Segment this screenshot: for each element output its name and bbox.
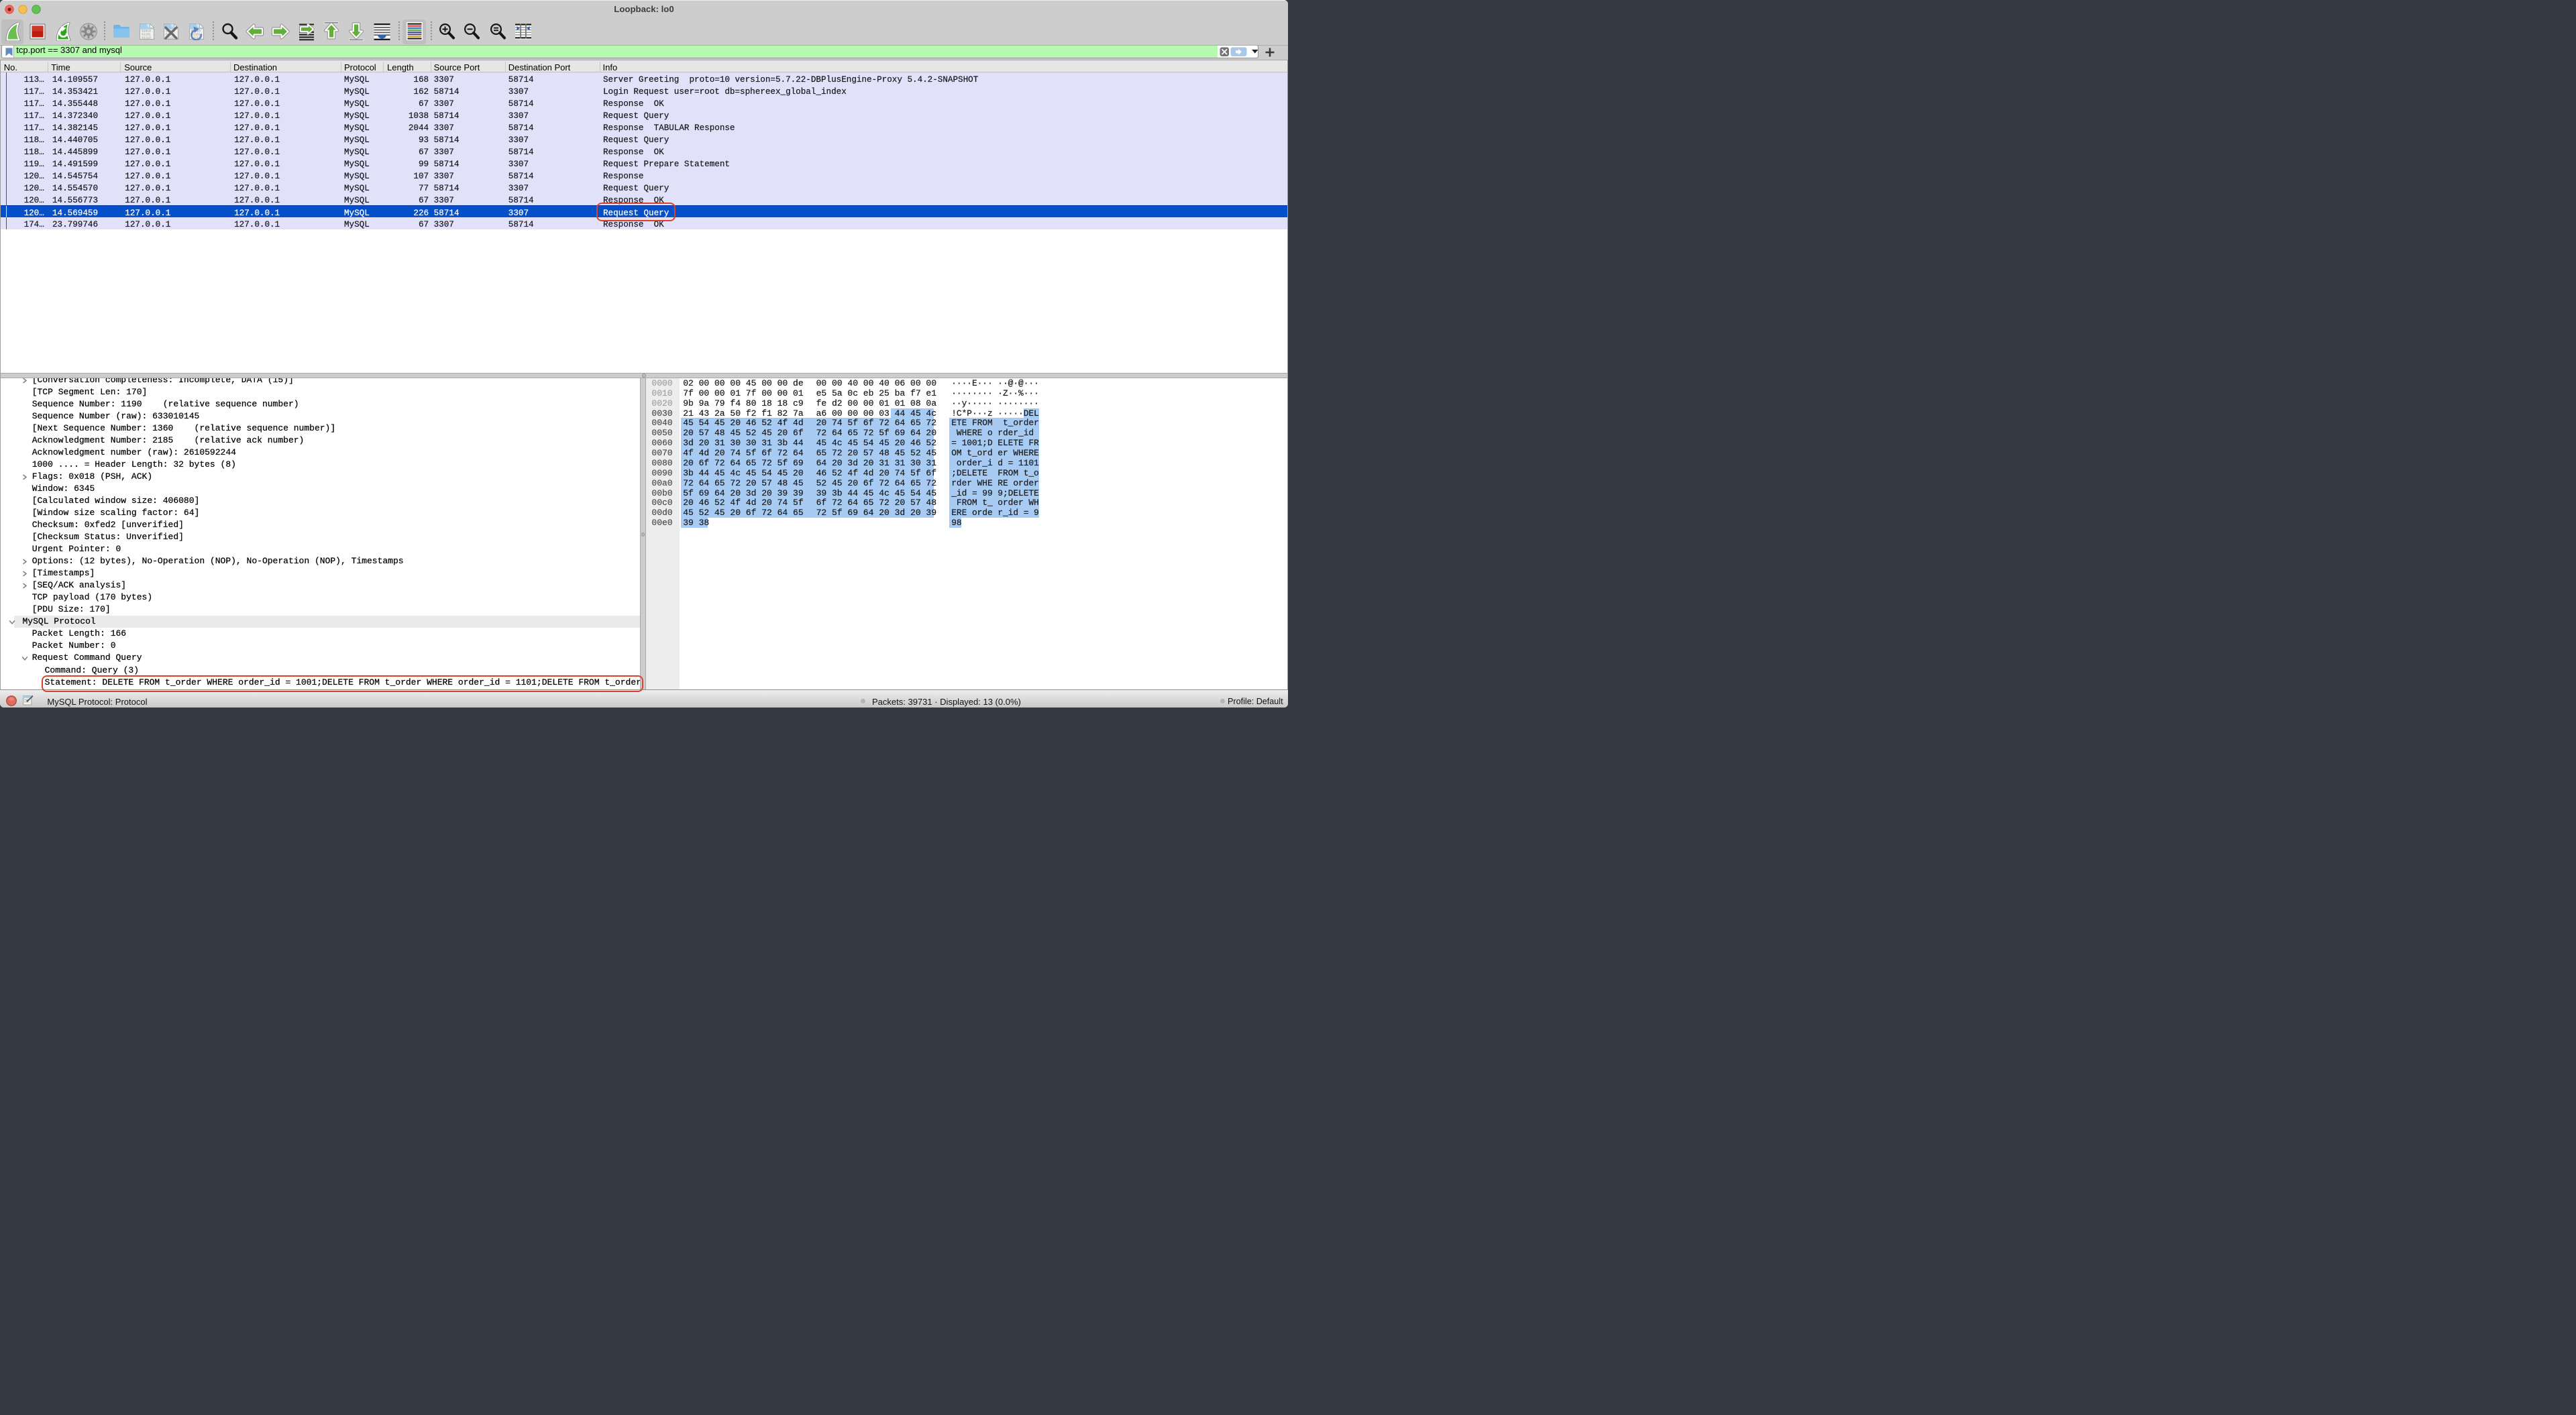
svg-text:01110: 01110 — [142, 36, 151, 40]
